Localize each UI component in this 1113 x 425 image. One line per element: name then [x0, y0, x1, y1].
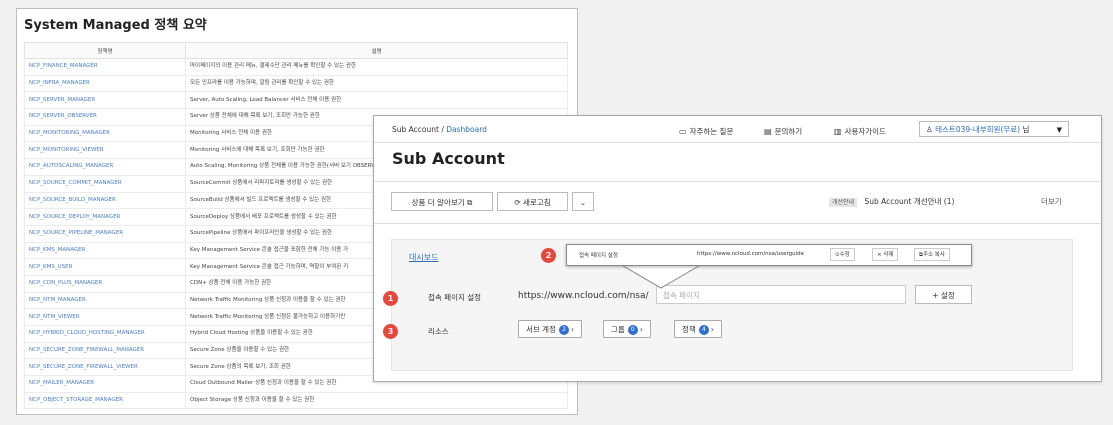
policy-name-cell[interactable]: NCP_SECURE_ZONE_FIREWALL_VIEWER — [24, 358, 186, 377]
notice[interactable]: 개선안내 Sub Account 개선안내 (1) — [829, 196, 954, 207]
dashboard-link[interactable]: 대시보드 — [409, 252, 438, 263]
policy-description-cell: 모든 인프라를 이용 가능하며, 알림 관리를 확인할 수 있는 권한 — [185, 74, 568, 93]
table-row: NCP_OBJECT_STORAGE_MANAGER Object Storage… — [24, 391, 568, 410]
callout-copy-button[interactable]: ⧉주소 복사 — [914, 248, 950, 261]
policy-description-cell: Server, Auto Scaling, Load Balancer 서비스 … — [185, 91, 568, 110]
copy-label: 주소 복사 — [922, 252, 945, 258]
column-header-description: 설명 — [185, 42, 568, 59]
faq-label: 자주하는 질문 — [689, 127, 734, 136]
policy-name-cell[interactable]: NCP_MAILER_MANAGER — [24, 375, 186, 393]
divider — [374, 142, 1101, 143]
set-button[interactable]: + 설정 — [915, 285, 972, 304]
breadcrumb: Sub Account / Dashboard — [392, 125, 487, 134]
chevron-right-icon: › — [570, 325, 574, 334]
policy-summary-title: System Managed 정책 요약 — [24, 18, 207, 33]
more-link[interactable]: 더보기 — [1041, 196, 1062, 207]
login-page-url-prefix: https://www.ncloud.com/nsa/ — [518, 291, 649, 301]
policy-name-cell[interactable]: NCP_SOURCE_BUILD_MANAGER — [24, 191, 186, 210]
step-badge-2: 2 — [541, 248, 556, 263]
step-badge-1: 1 — [383, 291, 398, 306]
resource-label: 그룹 — [611, 325, 625, 334]
user-suffix: 님 — [1022, 125, 1030, 134]
policy-name-cell[interactable]: NCP_HYBRID_CLOUD_HOSTING_MANAGER — [24, 325, 186, 343]
policy-name-cell[interactable]: NCP_NTM_VIEWER — [24, 308, 186, 326]
table-row: NCP_INFRA_MANAGER 모든 인프라를 이용 가능하며, 알림 관리를… — [24, 74, 568, 93]
count-badge: 0 — [627, 325, 638, 335]
user-guide-label: 사용자가이드 — [844, 127, 886, 136]
callout-pointer — [617, 262, 705, 289]
resource-groups-button[interactable]: 그룹 0 › — [603, 320, 651, 338]
caret-down-icon: ▼ — [1056, 126, 1062, 134]
policy-name-cell[interactable]: NCP_CDN_PLUS_MANAGER — [24, 274, 186, 293]
policy-name-cell[interactable]: NCP_AUTOSCALING_MANAGER — [24, 158, 186, 176]
policy-name-cell[interactable]: NCP_SOURCE_DEPLOY_MANAGER — [24, 208, 186, 226]
policy-name-cell[interactable]: NCP_INFRA_MANAGER — [24, 74, 186, 93]
chevron-right-icon: › — [639, 325, 643, 334]
callout-url: https://www.ncloud.com/nsa/userguide — [697, 251, 805, 257]
policy-name-cell[interactable]: NCP_OBJECT_STORAGE_MANAGER — [24, 391, 186, 410]
notice-text: Sub Account 개선안내 (1) — [864, 197, 955, 206]
policy-name-cell[interactable]: NCP_MONITORING_VIEWER — [24, 141, 186, 160]
policy-name-cell[interactable]: NCP_FINANCE_MANAGER — [24, 58, 186, 76]
resource-label: 정책 — [682, 325, 696, 334]
user-name: 테스트039-내부회원(무료) — [935, 125, 1021, 134]
callout-delete-button[interactable]: × 삭제 — [872, 248, 899, 261]
column-header-policy-name: 정책명 — [24, 42, 186, 59]
divider — [374, 181, 1101, 182]
resource-sub-accounts-button[interactable]: 서브 계정 2 › — [518, 320, 582, 338]
table-row: NCP_SERVER_MANAGER Server, Auto Scaling, … — [24, 91, 568, 110]
policy-name-cell[interactable]: NCP_NTM_MANAGER — [24, 291, 186, 310]
page-title: Sub Account — [392, 149, 505, 168]
policy-description-cell: 마이페이지의 이용 관리 메뉴, 결제수단 관리 메뉴를 확인할 수 있는 권한 — [185, 58, 568, 76]
refresh-button[interactable]: ⟳ 새로고침 — [497, 192, 568, 211]
divider — [374, 223, 1101, 224]
policy-name-cell[interactable]: NCP_MONITORING_MANAGER — [24, 124, 186, 143]
login-page-callout: 접속 페이지 설정 https://www.ncloud.com/nsa/use… — [566, 244, 972, 266]
external-link-icon: ⧉ — [467, 198, 473, 207]
delete-label: 삭제 — [883, 252, 894, 258]
refresh-label: 새로고침 — [523, 198, 551, 207]
learn-more-label: 상품 더 알아보기 — [411, 198, 465, 207]
policy-name-cell[interactable]: NCP_SOURCE_PIPELINE_MANAGER — [24, 224, 186, 243]
policy-name-cell[interactable]: NCP_SOURCE_COMMIT_MANAGER — [24, 174, 186, 193]
chevron-right-icon: › — [710, 325, 714, 334]
close-icon: × — [877, 252, 882, 258]
user-icon: ♙ — [926, 125, 933, 134]
mail-icon: ▤ — [764, 127, 772, 136]
count-badge: 4 — [698, 325, 709, 335]
count-badge: 2 — [558, 325, 569, 335]
callout-label: 접속 페이지 설정 — [579, 253, 618, 259]
edit-label: 수정 — [839, 252, 850, 258]
expand-button[interactable]: ⌄ — [572, 192, 594, 211]
table-row: NCP_FINANCE_MANAGER 마이페이지의 이용 관리 메뉴, 결제수단… — [24, 58, 568, 76]
policy-name-cell[interactable]: NCP_KMS_USER — [24, 258, 186, 276]
refresh-icon: ⟳ — [514, 198, 521, 207]
book-icon: ▥ — [834, 127, 842, 136]
inquiry-link[interactable]: ▤ 문의하기 — [764, 126, 802, 137]
policy-name-cell[interactable]: NCP_KMS_MANAGER — [24, 241, 186, 260]
learn-more-button[interactable]: 상품 더 알아보기 ⧉ — [391, 192, 493, 211]
user-guide-link[interactable]: ▥ 사용자가이드 — [834, 126, 886, 137]
callout-edit-button[interactable]: ⊙수정 — [830, 248, 855, 261]
chevron-down-icon: ⌄ — [579, 198, 587, 207]
step-badge-3: 3 — [383, 324, 398, 339]
notice-tag: 개선안내 — [829, 198, 858, 207]
faq-link[interactable]: ▭ 자주하는 질문 — [679, 126, 733, 137]
policy-description-cell: Object Storage 상품 신청과 이용을 할 수 있는 권한 — [185, 391, 568, 410]
chat-icon: ▭ — [679, 127, 687, 136]
inquiry-label: 문의하기 — [774, 127, 803, 136]
policy-name-cell[interactable]: NCP_SERVER_OBSERVER — [24, 108, 186, 126]
resources-label: 리소스 — [428, 327, 449, 336]
login-page-label: 접속 페이지 설정 — [428, 293, 482, 302]
resource-policies-button[interactable]: 정책 4 › — [674, 320, 722, 338]
breadcrumb-root[interactable]: Sub Account / — [392, 125, 444, 134]
policy-name-cell[interactable]: NCP_SERVER_MANAGER — [24, 91, 186, 110]
user-menu[interactable]: ♙ 테스트039-내부회원(무료) 님 ▼ — [919, 121, 1069, 137]
resource-label: 서브 계정 — [526, 325, 556, 334]
policy-name-cell[interactable]: NCP_SECURE_ZONE_FIREWALL_MANAGER — [24, 341, 186, 360]
breadcrumb-current[interactable]: Dashboard — [446, 125, 487, 134]
